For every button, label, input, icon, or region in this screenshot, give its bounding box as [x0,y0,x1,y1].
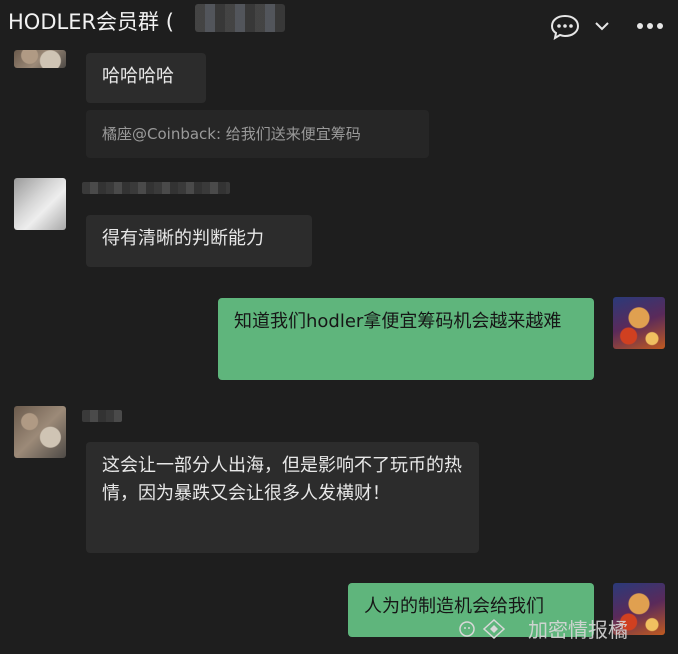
message-text: 哈哈哈哈 [102,66,174,87]
message-bubble-incoming: 这会让一部分人出海，但是影响不了玩币的热情，因为暴跌又会让很多人发横财！ [86,442,479,553]
quoted-message[interactable]: 橘座@Coinback: 给我们送来便宜筹码 [86,110,429,158]
more-dots-icon[interactable] [636,22,664,30]
chat-header: HODLER会员群 ( [0,0,678,50]
wechat-logo-icon [459,618,506,640]
avatar[interactable] [14,50,66,68]
message-text: 人为的制造机会给我们 [364,596,544,617]
chat-title: HODLER会员群 ( [8,10,174,34]
message-bubble-outgoing: 知道我们hodler拿便宜筹码机会越来越难 [218,298,594,380]
avatar-self[interactable] [613,297,665,349]
avatar[interactable] [14,178,66,230]
message-text: 得有清晰的判断能力 [102,228,264,249]
blurred-title-suffix [195,4,285,32]
avatar[interactable] [14,406,66,458]
quoted-text: 橘座@Coinback: 给我们送来便宜筹码 [102,125,361,143]
message-text: 这会让一部分人出海，但是影响不了玩币的热情，因为暴跌又会让很多人发横财！ [102,455,462,504]
chat-bubble-icon[interactable] [550,14,580,40]
sender-name-blurred [82,410,122,422]
chevron-down-icon[interactable] [594,20,610,32]
message-bubble-incoming: 哈哈哈哈 [86,53,206,103]
message-bubble-incoming: 得有清晰的判断能力 [86,215,312,267]
message-text: 知道我们hodler拿便宜筹码机会越来越难 [234,311,562,332]
watermark-text: 加密情报橘 [528,618,628,642]
sender-name-blurred [82,182,230,194]
